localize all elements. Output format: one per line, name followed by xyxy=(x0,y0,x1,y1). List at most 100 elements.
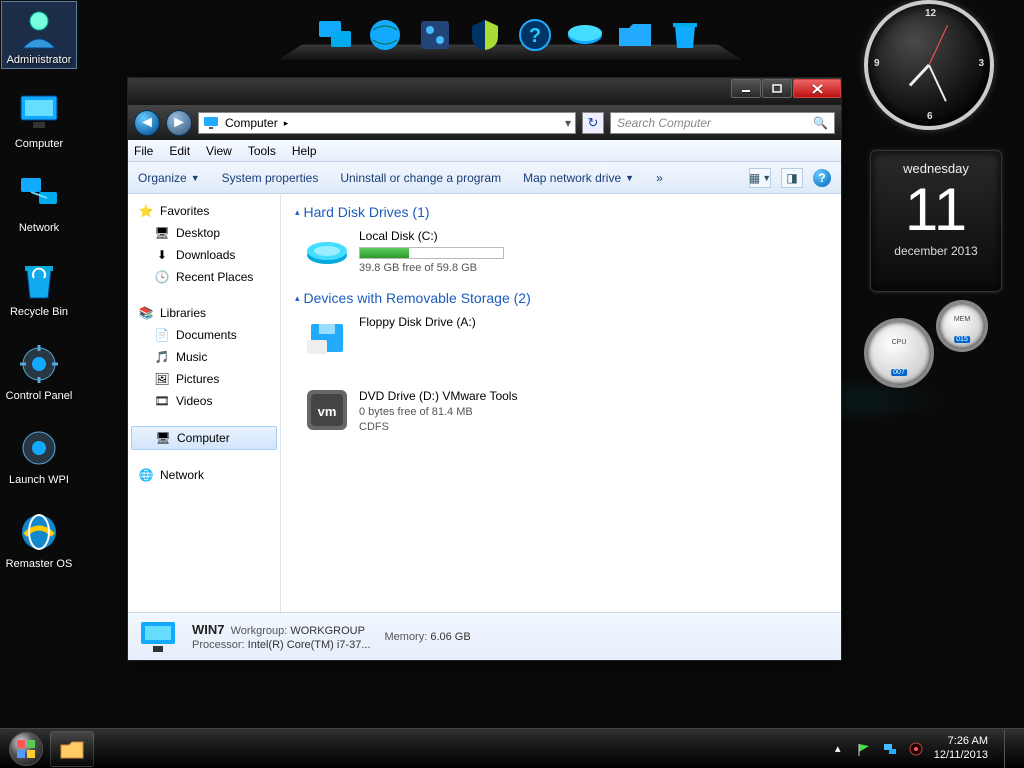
help-icon[interactable]: ? xyxy=(813,169,831,187)
desktop-icons: Administrator Computer Network Recycle B… xyxy=(2,2,76,572)
desktop-icon-administrator[interactable]: Administrator xyxy=(2,2,76,68)
view-button[interactable]: ▦▼ xyxy=(749,168,771,188)
details-memory: 6.06 GB xyxy=(430,631,470,643)
desktop-icon-launch-wpi[interactable]: Launch WPI xyxy=(2,422,76,488)
nav-music[interactable]: 🎵Music xyxy=(128,346,280,368)
desktop-icon-recycle-bin[interactable]: Recycle Bin xyxy=(2,254,76,320)
menu-view[interactable]: View xyxy=(206,144,232,158)
nav-desktop[interactable]: 🖥Desktop xyxy=(128,222,280,244)
nav-favorites[interactable]: ⭐Favorites xyxy=(128,200,280,222)
dock-help-icon[interactable]: ? xyxy=(515,15,555,55)
category-removable[interactable]: ▴Devices with Removable Storage (2) xyxy=(295,290,827,306)
address-dropdown[interactable]: ▾ xyxy=(565,116,571,130)
minimize-button[interactable] xyxy=(731,79,761,98)
clock-gadget[interactable]: 12 3 6 9 xyxy=(864,0,994,130)
tray-volume-icon[interactable] xyxy=(908,741,924,757)
dock-folder-icon[interactable] xyxy=(615,15,655,55)
breadcrumb-root[interactable]: Computer xyxy=(225,116,278,130)
nav-videos[interactable]: 🎞Videos xyxy=(128,390,280,412)
dvd-icon: vm xyxy=(305,388,349,432)
menu-tools[interactable]: Tools xyxy=(248,144,276,158)
cpu-dial: CPU007 xyxy=(864,318,934,388)
overflow-button[interactable]: » xyxy=(656,171,663,185)
calendar-month-year: december 2013 xyxy=(877,244,995,258)
libraries-icon: 📚 xyxy=(138,305,154,321)
nav-network[interactable]: 🌐Network xyxy=(128,464,280,486)
refresh-button[interactable]: ↻ xyxy=(582,112,604,134)
calendar-day: 11 xyxy=(877,180,995,240)
drive-c-bar xyxy=(359,247,504,259)
details-pane: WIN7 Workgroup: WORKGROUP Processor: Int… xyxy=(128,612,841,660)
pictures-icon: 🖼 xyxy=(154,371,170,387)
hdd-icon xyxy=(305,228,349,272)
windows-orb-icon xyxy=(9,732,43,766)
taskbar-explorer[interactable] xyxy=(50,731,94,767)
monitor-icon xyxy=(138,617,178,657)
dock-computer-icon[interactable] xyxy=(315,15,355,55)
dock-recycle-icon[interactable] xyxy=(665,15,705,55)
nav-computer[interactable]: 🖥Computer xyxy=(131,426,277,450)
star-icon: ⭐ xyxy=(138,203,154,219)
dock-controlpanel-icon[interactable] xyxy=(415,15,455,55)
tray-date: 12/11/2013 xyxy=(934,749,988,762)
music-icon: 🎵 xyxy=(154,349,170,365)
desktop-icon-computer[interactable]: Computer xyxy=(2,86,76,152)
address-bar[interactable]: Computer ▸ ▾ xyxy=(198,112,576,134)
command-bar: Organize ▼ System properties Uninstall o… xyxy=(128,162,841,194)
system-tray: ▴ 7:26 AM 12/11/2013 xyxy=(830,730,1018,768)
svg-text:?: ? xyxy=(529,25,541,47)
gear-icon xyxy=(15,340,63,388)
drive-c[interactable]: Local Disk (C:) 39.8 GB free of 59.8 GB xyxy=(305,228,555,276)
dock-shield-icon[interactable] xyxy=(465,15,505,55)
nav-pictures[interactable]: 🖼Pictures xyxy=(128,368,280,390)
forward-button[interactable]: ► xyxy=(166,110,192,136)
hour-hand xyxy=(909,64,930,87)
show-desktop-button[interactable] xyxy=(1004,730,1014,768)
preview-pane-button[interactable]: ◨ xyxy=(781,168,803,188)
menu-file[interactable]: File xyxy=(134,144,153,158)
content-pane: ▴Hard Disk Drives (1) Local Disk (C:) 39… xyxy=(281,194,841,612)
drive-a[interactable]: Floppy Disk Drive (A:) xyxy=(305,314,555,358)
drive-c-name: Local Disk (C:) xyxy=(359,228,504,245)
maximize-button[interactable] xyxy=(762,79,792,98)
calendar-gadget[interactable]: wednesday 11 december 2013 xyxy=(870,150,1002,292)
dock-disk-icon[interactable] xyxy=(565,15,605,55)
organize-button[interactable]: Organize ▼ xyxy=(138,171,200,185)
nav-recent[interactable]: 🕓Recent Places xyxy=(128,266,280,288)
download-icon: ⬇ xyxy=(154,247,170,263)
system-properties-button[interactable]: System properties xyxy=(222,171,319,185)
titlebar[interactable] xyxy=(128,78,841,106)
search-input[interactable]: Search Computer 🔍 xyxy=(610,112,835,134)
nav-downloads[interactable]: ⬇Downloads xyxy=(128,244,280,266)
recent-icon: 🕓 xyxy=(154,269,170,285)
uninstall-button[interactable]: Uninstall or change a program xyxy=(340,171,501,185)
details-processor: Intel(R) Core(TM) i7-37... xyxy=(248,639,371,651)
nav-pane: ⭐Favorites 🖥Desktop ⬇Downloads 🕓Recent P… xyxy=(128,194,281,612)
category-hdd[interactable]: ▴Hard Disk Drives (1) xyxy=(295,204,827,220)
map-drive-button[interactable]: Map network drive ▼ xyxy=(523,171,634,185)
tray-chevron-icon[interactable]: ▴ xyxy=(830,741,846,757)
nav-bar: ◄ ► Computer ▸ ▾ ↻ Search Computer 🔍 xyxy=(128,106,841,140)
desktop-icon: 🖥 xyxy=(154,225,170,241)
back-button[interactable]: ◄ xyxy=(134,110,160,136)
menu-help[interactable]: Help xyxy=(292,144,317,158)
tray-network-icon[interactable] xyxy=(882,741,898,757)
dock-globe-icon[interactable] xyxy=(365,15,405,55)
ie-icon xyxy=(15,508,63,556)
drive-d[interactable]: vm DVD Drive (D:) VMware Tools 0 bytes f… xyxy=(305,388,555,436)
tray-flag-icon[interactable] xyxy=(856,741,872,757)
close-button[interactable] xyxy=(793,79,841,98)
drive-a-name: Floppy Disk Drive (A:) xyxy=(359,314,476,331)
nav-libraries[interactable]: 📚Libraries xyxy=(128,302,280,324)
desktop-icon-remaster-os[interactable]: Remaster OS xyxy=(2,506,76,572)
menu-edit[interactable]: Edit xyxy=(169,144,190,158)
floppy-icon xyxy=(305,314,349,358)
breadcrumb-sep[interactable]: ▸ xyxy=(284,118,289,129)
minute-hand xyxy=(928,65,947,102)
cpu-meter-gadget[interactable]: MEM015 CPU007 xyxy=(864,300,994,395)
desktop-icon-control-panel[interactable]: Control Panel xyxy=(2,338,76,404)
nav-documents[interactable]: 📄Documents xyxy=(128,324,280,346)
desktop-icon-network[interactable]: Network xyxy=(2,170,76,236)
start-button[interactable] xyxy=(6,731,46,767)
tray-clock[interactable]: 7:26 AM 12/11/2013 xyxy=(934,735,988,761)
